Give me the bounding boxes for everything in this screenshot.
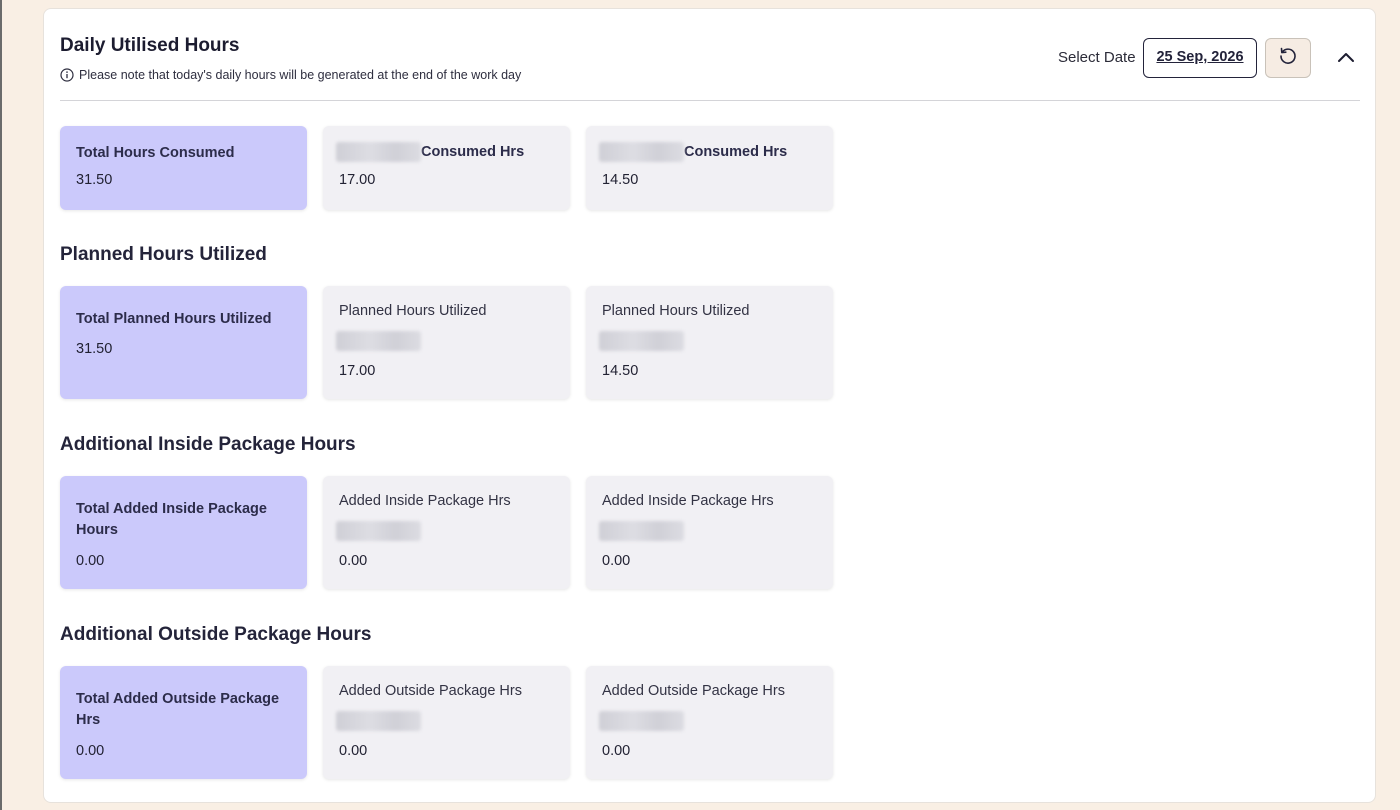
window-edge <box>0 0 2 810</box>
card-value: 0.00 <box>339 553 368 569</box>
daily-utilised-hours-panel: Daily Utilised Hours Please note that to… <box>43 8 1376 803</box>
card-label: Added Inside Package Hrs <box>339 493 511 509</box>
card-value: 17.00 <box>339 172 376 188</box>
date-picker-button[interactable]: 25 Sep, 2026 <box>1143 38 1257 78</box>
card-label: Consumed Hrs <box>684 144 788 160</box>
redacted-name <box>336 142 421 162</box>
card-value: 31.50 <box>76 172 113 188</box>
redacted-name <box>336 711 421 731</box>
card-label: Added Inside Package Hrs <box>602 493 774 509</box>
card-label: Added Outside Package Hrs <box>602 683 785 699</box>
card-value: 0.00 <box>76 553 105 569</box>
card-label: Planned Hours Utilized <box>602 303 750 319</box>
redacted-name <box>336 331 421 351</box>
planned-hours-card: Planned Hours Utilized 14.50 <box>586 286 833 399</box>
info-note: Please note that today's daily hours wil… <box>60 68 521 82</box>
select-date-label: Select Date <box>1058 49 1136 66</box>
card-label: Total Hours Consumed <box>76 145 235 161</box>
info-note-text: Please note that today's daily hours wil… <box>79 68 522 82</box>
inside-package-card: Added Inside Package Hrs 0.00 <box>323 476 570 589</box>
redacted-name <box>599 711 684 731</box>
redacted-name <box>599 142 684 162</box>
card-header-row: Consumed Hrs <box>336 142 524 162</box>
planned-hours-card: Planned Hours Utilized 17.00 <box>323 286 570 399</box>
card-label: Added Outside Package Hrs <box>339 683 522 699</box>
card-label: Total Added Inside Package Hours <box>76 501 267 538</box>
section-title-outside-package: Additional Outside Package Hours <box>60 624 372 645</box>
card-value: 17.00 <box>339 363 376 379</box>
card-label: Total Planned Hours Utilized <box>76 311 272 327</box>
total-inside-package-card: Total Added Inside Package Hours 0.00 <box>60 476 307 589</box>
card-label: Total Added Outside Package Hrs <box>76 691 280 728</box>
redacted-name <box>599 521 684 541</box>
total-hours-consumed-card: Total Hours Consumed 31.50 <box>60 126 307 210</box>
card-value: 0.00 <box>602 553 631 569</box>
redacted-name <box>599 331 684 351</box>
card-value: 14.50 <box>602 363 639 379</box>
reset-button[interactable] <box>1265 38 1311 78</box>
panel-header: Daily Utilised Hours Please note that to… <box>60 9 1360 101</box>
card-label: Planned Hours Utilized <box>339 303 487 319</box>
card-header-row: Consumed Hrs <box>599 142 787 162</box>
info-icon <box>60 68 74 82</box>
chevron-up-icon <box>1336 50 1356 69</box>
page-title: Daily Utilised Hours <box>60 35 240 56</box>
card-value: 0.00 <box>602 743 631 759</box>
consumed-hrs-card: Consumed Hrs 17.00 <box>323 126 570 210</box>
collapse-button[interactable] <box>1334 47 1358 71</box>
inside-package-card: Added Inside Package Hrs 0.00 <box>586 476 833 589</box>
total-planned-card: Total Planned Hours Utilized 31.50 <box>60 286 307 399</box>
outside-package-card: Added Outside Package Hrs 0.00 <box>323 666 570 779</box>
card-value: 0.00 <box>339 743 368 759</box>
total-outside-package-card: Total Added Outside Package Hrs 0.00 <box>60 666 307 779</box>
card-value: 31.50 <box>76 341 113 357</box>
card-label: Consumed Hrs <box>421 144 525 160</box>
section-title-inside-package: Additional Inside Package Hours <box>60 434 356 455</box>
redacted-name <box>336 521 421 541</box>
outside-package-card: Added Outside Package Hrs 0.00 <box>586 666 833 779</box>
consumed-hrs-card: Consumed Hrs 14.50 <box>586 126 833 210</box>
refresh-icon <box>1277 45 1299 72</box>
card-value: 0.00 <box>76 743 105 759</box>
card-value: 14.50 <box>602 172 639 188</box>
section-title-planned: Planned Hours Utilized <box>60 244 267 265</box>
